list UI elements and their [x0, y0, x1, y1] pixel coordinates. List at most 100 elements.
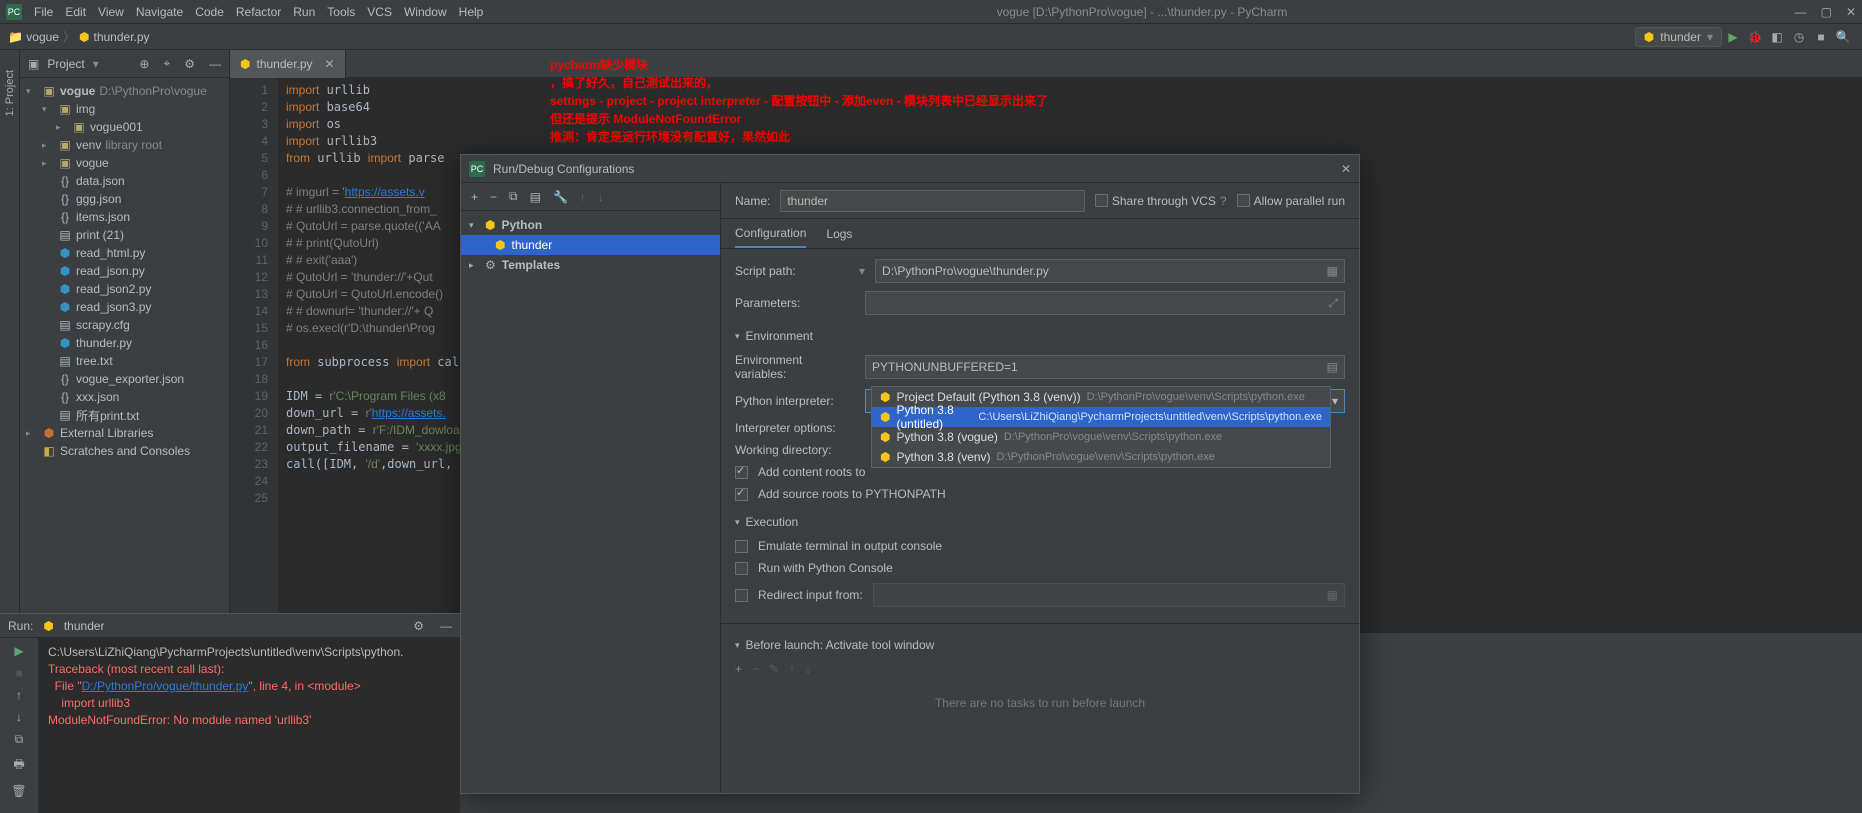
- menu-code[interactable]: Code: [189, 5, 230, 19]
- tree-item[interactable]: ⬢thunder.py: [20, 334, 229, 352]
- menu-tools[interactable]: Tools: [321, 5, 361, 19]
- before-remove-icon[interactable]: −: [752, 662, 759, 676]
- tab-close-icon[interactable]: ✕: [325, 57, 335, 71]
- share-vcs-checkbox[interactable]: [1095, 194, 1108, 207]
- editor-tab-thunder[interactable]: ⬢thunder.py✕: [230, 50, 346, 78]
- tree-item[interactable]: {}items.json: [20, 208, 229, 226]
- run-config-selector[interactable]: ⬢thunder▾: [1635, 27, 1722, 47]
- config-item-thunder[interactable]: ⬢thunder: [461, 235, 720, 255]
- run-button[interactable]: ▶: [1722, 26, 1744, 48]
- interpreter-option[interactable]: ⬢Python 3.8 (venv)D:\PythonPro\vogue\ven…: [872, 447, 1330, 467]
- before-launch-section[interactable]: ▾Before launch: Activate tool window: [735, 632, 1345, 654]
- menu-help[interactable]: Help: [453, 5, 490, 19]
- tree-item[interactable]: ▤print (21): [20, 226, 229, 244]
- print-icon[interactable]: 🖶: [13, 755, 24, 776]
- run-console-checkbox[interactable]: [735, 562, 748, 575]
- interpreter-option[interactable]: ⬢Python 3.8 (untitled)C:\Users\LiZhiQian…: [872, 407, 1330, 427]
- menu-edit[interactable]: Edit: [59, 5, 92, 19]
- name-input[interactable]: [780, 190, 1085, 212]
- copy-config-icon[interactable]: ⧉: [509, 189, 518, 204]
- tree-item[interactable]: {}xxx.json: [20, 388, 229, 406]
- add-source-checkbox[interactable]: [735, 488, 748, 501]
- config-group-python[interactable]: ▾⬢Python: [461, 215, 720, 235]
- maximize-icon[interactable]: ▢: [1821, 5, 1832, 19]
- coverage-button[interactable]: ◧: [1766, 26, 1788, 48]
- before-add-icon[interactable]: +: [735, 662, 742, 676]
- tree-root[interactable]: ▾▣vogue D:\PythonPro\vogue: [20, 82, 229, 100]
- trash-icon[interactable]: 🗑: [11, 784, 26, 798]
- menu-navigate[interactable]: Navigate: [130, 5, 189, 19]
- down-stack-icon[interactable]: ↓: [16, 710, 22, 724]
- close-icon[interactable]: ✕: [1846, 5, 1856, 19]
- breadcrumb-file[interactable]: ⬢thunder.py: [79, 30, 150, 44]
- breadcrumb-root[interactable]: 📁 vogue: [8, 30, 59, 44]
- tree-item[interactable]: ⬢read_json.py: [20, 262, 229, 280]
- wrench-icon[interactable]: 🔧: [553, 190, 568, 204]
- tree-item[interactable]: ▤所有print.txt: [20, 406, 229, 424]
- script-path-input[interactable]: D:\PythonPro\vogue\thunder.py▦: [875, 259, 1345, 283]
- tab-configuration[interactable]: Configuration: [735, 220, 806, 248]
- debug-button[interactable]: 🐞: [1744, 26, 1766, 48]
- search-button[interactable]: 🔍: [1832, 26, 1854, 48]
- config-group-templates[interactable]: ▸⚙Templates: [461, 255, 720, 275]
- tree-item[interactable]: ▸▣vogue: [20, 154, 229, 172]
- menu-vcs[interactable]: VCS: [361, 5, 398, 19]
- env-vars-input[interactable]: PYTHONUNBUFFERED=1▤: [865, 355, 1345, 379]
- project-tool-button[interactable]: 1: Project: [4, 70, 16, 116]
- before-up-icon[interactable]: ↑: [789, 662, 795, 676]
- tree-item[interactable]: ⬢read_json3.py: [20, 298, 229, 316]
- tab-logs[interactable]: Logs: [826, 221, 852, 247]
- emulate-checkbox[interactable]: [735, 540, 748, 553]
- hide-icon[interactable]: —: [440, 619, 452, 633]
- filter-icon[interactable]: ⧉: [15, 732, 24, 747]
- select-in-icon[interactable]: ⌖: [163, 56, 170, 71]
- remove-config-icon[interactable]: −: [490, 190, 497, 204]
- menu-window[interactable]: Window: [398, 5, 453, 19]
- menu-view[interactable]: View: [92, 5, 130, 19]
- stop-icon[interactable]: ■: [15, 666, 22, 680]
- tree-item[interactable]: {}ggg.json: [20, 190, 229, 208]
- collapse-icon[interactable]: ⊕: [139, 57, 149, 71]
- settings-icon[interactable]: ⚙: [413, 619, 424, 633]
- rerun-icon[interactable]: ▶: [14, 644, 23, 658]
- tree-item[interactable]: ▸▣vogue001: [20, 118, 229, 136]
- browse-icon[interactable]: ▦: [1327, 264, 1338, 278]
- tree-item[interactable]: ▤scrapy.cfg: [20, 316, 229, 334]
- tree-item[interactable]: {}vogue_exporter.json: [20, 370, 229, 388]
- down-icon[interactable]: ↓: [598, 190, 604, 204]
- up-stack-icon[interactable]: ↑: [16, 688, 22, 702]
- tree-ext-lib[interactable]: ▸⬢External Libraries: [20, 424, 229, 442]
- save-config-icon[interactable]: ▤: [530, 190, 541, 204]
- execution-section[interactable]: ▾Execution: [735, 509, 1345, 531]
- dialog-close-icon[interactable]: ✕: [1341, 162, 1351, 176]
- tree-item[interactable]: ⬢read_html.py: [20, 244, 229, 262]
- menu-file[interactable]: File: [28, 5, 59, 19]
- tree-item[interactable]: {}data.json: [20, 172, 229, 190]
- tree-scratches[interactable]: ◧Scratches and Consoles: [20, 442, 229, 460]
- expand-icon[interactable]: ⤢: [1328, 296, 1338, 311]
- interpreter-option[interactable]: ⬢Python 3.8 (vogue)D:\PythonPro\vogue\ve…: [872, 427, 1330, 447]
- settings-icon[interactable]: ⚙: [184, 57, 195, 71]
- tree-item[interactable]: ▤tree.txt: [20, 352, 229, 370]
- hide-icon[interactable]: —: [209, 57, 221, 71]
- profile-button[interactable]: ◷: [1788, 26, 1810, 48]
- chevron-down-icon[interactable]: ▾: [1332, 394, 1338, 408]
- add-config-icon[interactable]: +: [471, 190, 478, 204]
- tree-item[interactable]: ⬢read_json2.py: [20, 280, 229, 298]
- environment-section[interactable]: ▾Environment: [735, 323, 1345, 345]
- allow-parallel-checkbox[interactable]: [1237, 194, 1250, 207]
- stop-button[interactable]: ■: [1810, 26, 1832, 48]
- redirect-checkbox[interactable]: [735, 589, 748, 602]
- minimize-icon[interactable]: —: [1795, 5, 1807, 19]
- tree-item[interactable]: ▾▣img: [20, 100, 229, 118]
- up-icon[interactable]: ↑: [580, 190, 586, 204]
- parameters-input[interactable]: ⤢: [865, 291, 1345, 315]
- menu-run[interactable]: Run: [287, 5, 321, 19]
- menu-refactor[interactable]: Refactor: [230, 5, 287, 19]
- before-down-icon[interactable]: ↓: [805, 662, 811, 676]
- run-output[interactable]: C:\Users\LiZhiQiang\PycharmProjects\unti…: [38, 638, 460, 813]
- before-edit-icon[interactable]: ✎: [769, 662, 779, 676]
- list-icon[interactable]: ▤: [1327, 360, 1338, 374]
- tree-item[interactable]: ▸▣venv library root: [20, 136, 229, 154]
- add-content-checkbox[interactable]: [735, 466, 748, 479]
